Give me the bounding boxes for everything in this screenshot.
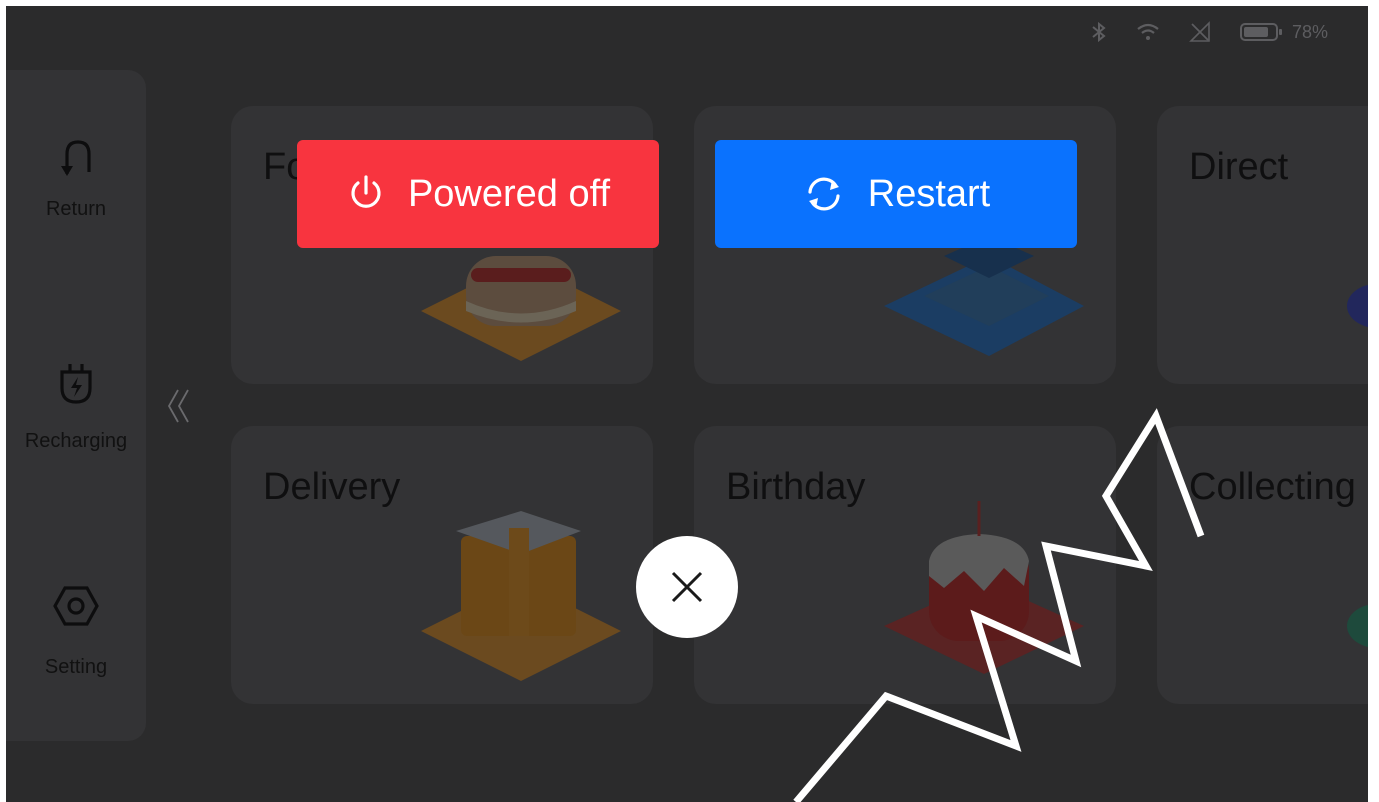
close-icon — [671, 571, 703, 603]
mode-card-birthday[interactable]: Birthday — [694, 426, 1116, 704]
package-illustration — [421, 511, 621, 681]
hexagon-settings-icon — [53, 586, 99, 626]
mode-card-direct[interactable]: Direct — [1157, 106, 1368, 384]
collecting-illustration — [1347, 605, 1368, 647]
sidebar-item-label: Return — [45, 198, 107, 220]
power-off-button[interactable]: Powered off — [297, 140, 659, 248]
sidebar-item-label: Setting — [44, 656, 108, 678]
battery-indicator: 78% — [1239, 21, 1328, 43]
restart-button[interactable]: Restart — [715, 140, 1077, 248]
sidebar-item-setting[interactable]: Setting — [6, 584, 146, 679]
sidebar-item-label: Recharging — [24, 430, 128, 452]
mode-card-delivery[interactable]: Delivery — [231, 426, 653, 704]
close-button[interactable] — [636, 536, 738, 638]
direct-illustration — [1347, 285, 1368, 327]
card-title: Collecting — [1189, 466, 1356, 508]
collapse-sidebar-button[interactable] — [166, 388, 192, 429]
battery-icon — [1239, 23, 1282, 41]
restart-label: Restart — [867, 172, 991, 215]
double-chevron-left-icon — [167, 389, 189, 423]
return-icon — [61, 140, 91, 176]
robot-home-screen: 78% Return Recharging Setting Fo Direct … — [6, 6, 1368, 802]
card-title: Birthday — [726, 466, 866, 508]
status-bar: 78% — [1090, 20, 1328, 44]
bluetooth-icon — [1090, 21, 1108, 43]
charging-plug-icon — [60, 364, 92, 404]
restart-icon — [808, 177, 840, 211]
signal-off-icon — [1188, 21, 1212, 43]
sidebar: Return Recharging Setting — [6, 70, 146, 741]
mode-card-collecting[interactable]: Collecting — [1157, 426, 1368, 704]
cake-illustration — [884, 501, 1084, 674]
power-off-label: Powered off — [407, 172, 611, 215]
tray-illustration — [884, 236, 1084, 356]
card-title: Direct — [1189, 146, 1289, 188]
wifi-icon — [1136, 22, 1160, 42]
card-title: Delivery — [263, 466, 401, 508]
power-icon — [351, 175, 381, 208]
battery-percent: 78% — [1291, 21, 1328, 42]
sidebar-item-recharging[interactable]: Recharging — [6, 360, 146, 453]
sidebar-item-return[interactable]: Return — [6, 136, 146, 221]
